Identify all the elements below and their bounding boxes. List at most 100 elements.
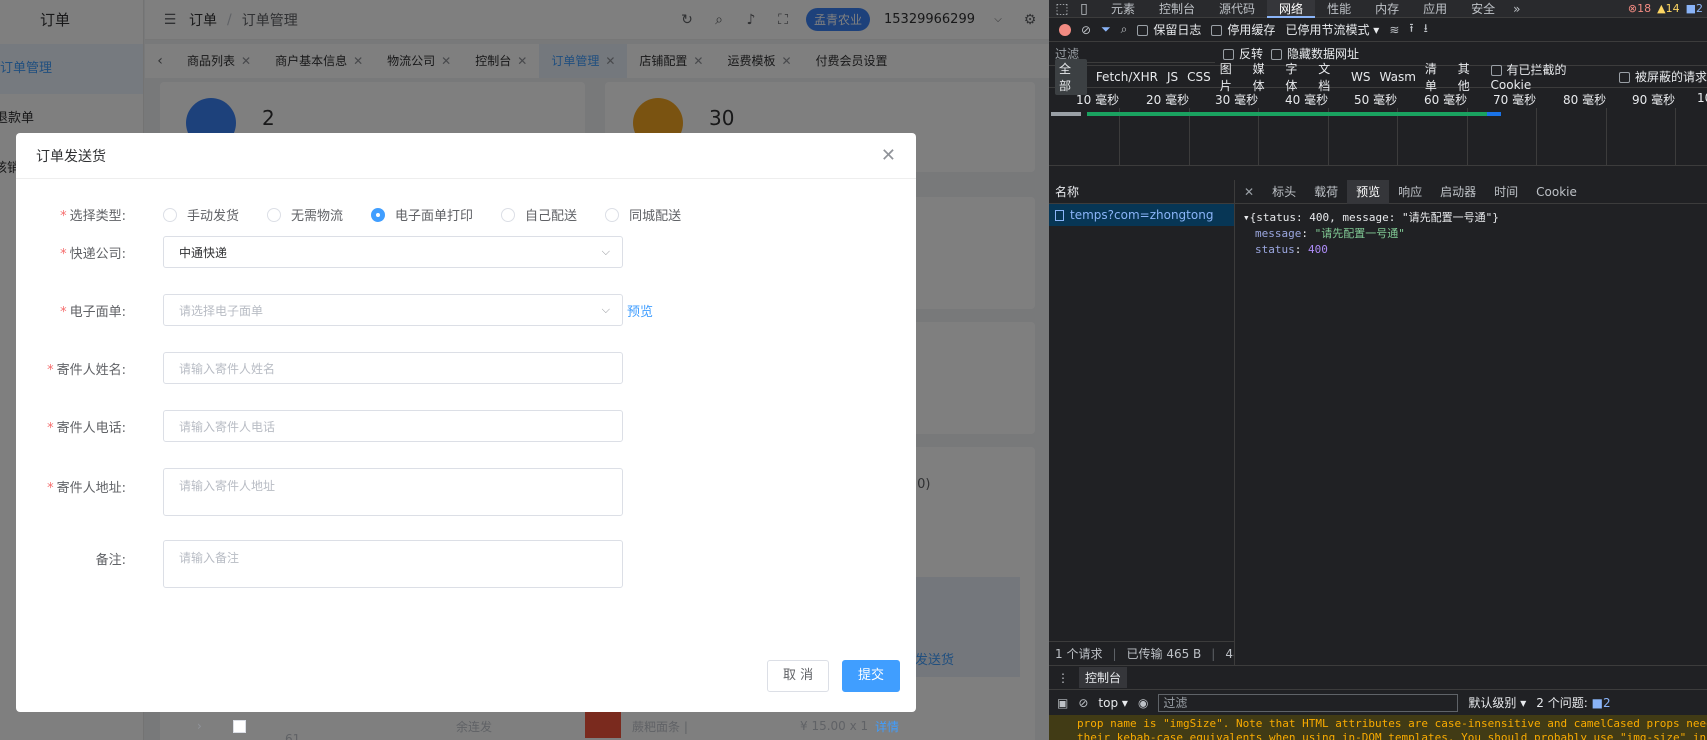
checkbox-box[interactable] xyxy=(1137,25,1149,36)
customer-name: 余连发 xyxy=(456,719,493,734)
detail-tab-timing[interactable]: 时间 xyxy=(1485,180,1527,204)
close-icon[interactable]: ✕ xyxy=(881,145,896,166)
console-filter-input[interactable]: 过滤 xyxy=(1158,693,1459,712)
devtools-tab-elements[interactable]: 元素 xyxy=(1099,0,1147,18)
request-list-header[interactable]: 名称 xyxy=(1049,180,1234,204)
timeline-tick: 40 毫秒 xyxy=(1285,93,1329,107)
form-row-type: * 选择类型: 手动发货 无需物流 电子面单打印 自己配送 同城配送 xyxy=(16,205,709,224)
radio-circle[interactable] xyxy=(163,207,177,222)
json-summary-text: {status: 400, message: "请先配置一号通"} xyxy=(1249,211,1499,224)
devtools-tab-security[interactable]: 安全 xyxy=(1459,0,1507,18)
blocked-requests-checkbox[interactable]: 被屏蔽的请求 xyxy=(1619,68,1707,85)
log-level-value: 默认级别 xyxy=(1468,696,1517,710)
filter-icon[interactable]: ⏷ xyxy=(1101,22,1111,37)
row-checkbox[interactable] xyxy=(233,719,246,733)
disable-cache-checkbox[interactable]: 停用缓存 xyxy=(1211,21,1275,38)
devtools-tab-console[interactable]: 控制台 xyxy=(1147,0,1207,18)
sender-phone-input[interactable]: 请输入寄件人电话 xyxy=(163,410,623,442)
console-tab[interactable]: 控制台 xyxy=(1079,667,1128,688)
devtools-tab-memory[interactable]: 内存 xyxy=(1363,0,1411,18)
radio-same-city[interactable]: 同城配送 xyxy=(605,205,681,224)
detail-tab-cookies[interactable]: Cookie xyxy=(1527,180,1586,204)
expand-arrow-icon[interactable]: ▾ xyxy=(1243,211,1250,224)
radio-circle[interactable] xyxy=(501,207,516,222)
courier-value: 中通快递 xyxy=(179,245,228,260)
label-text: 快递公司: xyxy=(69,246,126,262)
upload-icon[interactable]: ⭱ xyxy=(1409,19,1413,40)
radio-manual[interactable]: 手动发货 xyxy=(163,205,239,224)
expand-icon[interactable]: › xyxy=(197,719,202,733)
checkbox-box[interactable] xyxy=(1223,49,1234,60)
json-summary[interactable]: ▾{status: 400, message: "请先配置一号通"} xyxy=(1243,210,1699,226)
timeline-bar-request xyxy=(1087,112,1487,116)
sidebar-toggle-icon[interactable]: ▣ xyxy=(1057,696,1068,710)
detail-tab-initiator[interactable]: 启动器 xyxy=(1431,180,1485,204)
type-filter-js[interactable]: JS xyxy=(1167,70,1178,84)
checkbox-box[interactable] xyxy=(1271,49,1283,60)
more-tabs-icon[interactable]: » xyxy=(1513,2,1520,16)
preview-link[interactable]: 预览 xyxy=(627,301,653,320)
radio-no-logistics[interactable]: 无需物流 xyxy=(267,205,343,224)
type-filter-css[interactable]: CSS xyxy=(1187,70,1211,84)
remark-textarea[interactable]: 请输入备注 xyxy=(163,540,623,588)
eye-icon[interactable]: ◉ xyxy=(1138,696,1148,710)
timeline-gridline xyxy=(1675,108,1676,166)
type-filter-fetch[interactable]: Fetch/XHR xyxy=(1096,70,1158,84)
checkbox-box[interactable] xyxy=(1211,25,1223,36)
radio-circle[interactable] xyxy=(371,207,386,222)
clear-icon[interactable]: ⊘ xyxy=(1081,23,1091,37)
delivery-type-radios: 手动发货 无需物流 电子面单打印 自己配送 同城配送 xyxy=(163,205,709,224)
cancel-button[interactable]: 取 消 xyxy=(767,660,830,692)
label-text: 选择类型: xyxy=(69,209,126,224)
checkbox-label: 保留日志 xyxy=(1153,23,1202,37)
detail-link[interactable]: 详情 xyxy=(875,718,899,735)
clear-console-icon[interactable]: ⊘ xyxy=(1078,696,1088,710)
search-icon[interactable]: ⌕ xyxy=(1121,22,1128,37)
drawer-menu-icon[interactable]: ⋮ xyxy=(1057,671,1069,685)
devtools-tab-network[interactable]: 网络 xyxy=(1267,0,1316,18)
devtools-tab-sources[interactable]: 源代码 xyxy=(1207,0,1267,18)
detail-tab-response[interactable]: 响应 xyxy=(1389,180,1431,204)
type-filter-ws[interactable]: WS xyxy=(1351,70,1370,84)
devtools-tab-performance[interactable]: 性能 xyxy=(1315,0,1363,18)
timeline-tick: 70 毫秒 xyxy=(1493,93,1537,107)
checkbox-box[interactable] xyxy=(1619,72,1631,83)
network-timeline[interactable]: 10 毫秒 20 毫秒 30 毫秒 40 毫秒 50 毫秒 60 毫秒 70 毫… xyxy=(1049,88,1707,166)
record-icon[interactable] xyxy=(1059,23,1071,36)
waybill-select[interactable]: 请选择电子面单 ⌵ xyxy=(163,294,623,326)
download-icon[interactable]: ⭳ xyxy=(1424,19,1428,40)
radio-circle[interactable] xyxy=(267,207,282,222)
close-icon[interactable]: ✕ xyxy=(1235,185,1263,199)
hide-data-urls-checkbox[interactable]: 隐藏数据网址 xyxy=(1271,45,1359,62)
issues-button[interactable]: 2 个问题: ■2 xyxy=(1536,694,1610,711)
devtools-tab-application[interactable]: 应用 xyxy=(1411,0,1459,18)
courier-select[interactable]: 中通快递 ⌵ xyxy=(163,236,623,268)
request-row[interactable]: temps?com=zhongtong xyxy=(1049,204,1234,226)
json-key: message xyxy=(1255,227,1302,240)
detail-tab-preview[interactable]: 预览 xyxy=(1347,179,1390,204)
log-level-select[interactable]: 默认级别 ▾ xyxy=(1468,694,1526,711)
inspect-icon[interactable]: ⬚ xyxy=(1053,0,1071,18)
preserve-log-checkbox[interactable]: 保留日志 xyxy=(1137,21,1201,38)
form-row-sender-name: * 寄件人姓名: 请输入寄件人姓名 xyxy=(16,352,623,384)
sender-name-input[interactable]: 请输入寄件人姓名 xyxy=(163,352,623,384)
device-icon[interactable]: ▯ xyxy=(1075,0,1093,18)
radio-e-waybill[interactable]: 电子面单打印 xyxy=(371,205,473,224)
type-filter-wasm[interactable]: Wasm xyxy=(1380,70,1416,84)
throttle-select[interactable]: 已停用节流模式 ▾ xyxy=(1285,21,1379,38)
detail-tab-payload[interactable]: 载荷 xyxy=(1305,180,1347,204)
request-name: temps?com=zhongtong xyxy=(1070,208,1214,222)
radio-circle[interactable] xyxy=(605,207,620,222)
issue-counters[interactable]: ⊗18 ▲14 ■2 xyxy=(1628,2,1707,15)
form-label: * 电子面单: xyxy=(60,304,126,320)
submit-button[interactable]: 提交 xyxy=(842,660,901,692)
radio-label: 电子面单打印 xyxy=(395,209,474,224)
checkbox-box[interactable] xyxy=(1490,65,1502,76)
wifi-settings-icon[interactable]: ≋ xyxy=(1389,23,1399,37)
sender-address-textarea[interactable]: 请输入寄件人地址 xyxy=(163,468,623,516)
timeline-gridline xyxy=(1258,108,1259,166)
network-toolbar: ⊘ ⏷ ⌕ 保留日志 停用缓存 已停用节流模式 ▾ ≋ ⭱ ⭳ xyxy=(1049,18,1707,42)
context-select[interactable]: top ▾ xyxy=(1098,696,1128,710)
radio-self-delivery[interactable]: 自己配送 xyxy=(501,205,577,224)
detail-tab-headers[interactable]: 标头 xyxy=(1263,180,1305,204)
